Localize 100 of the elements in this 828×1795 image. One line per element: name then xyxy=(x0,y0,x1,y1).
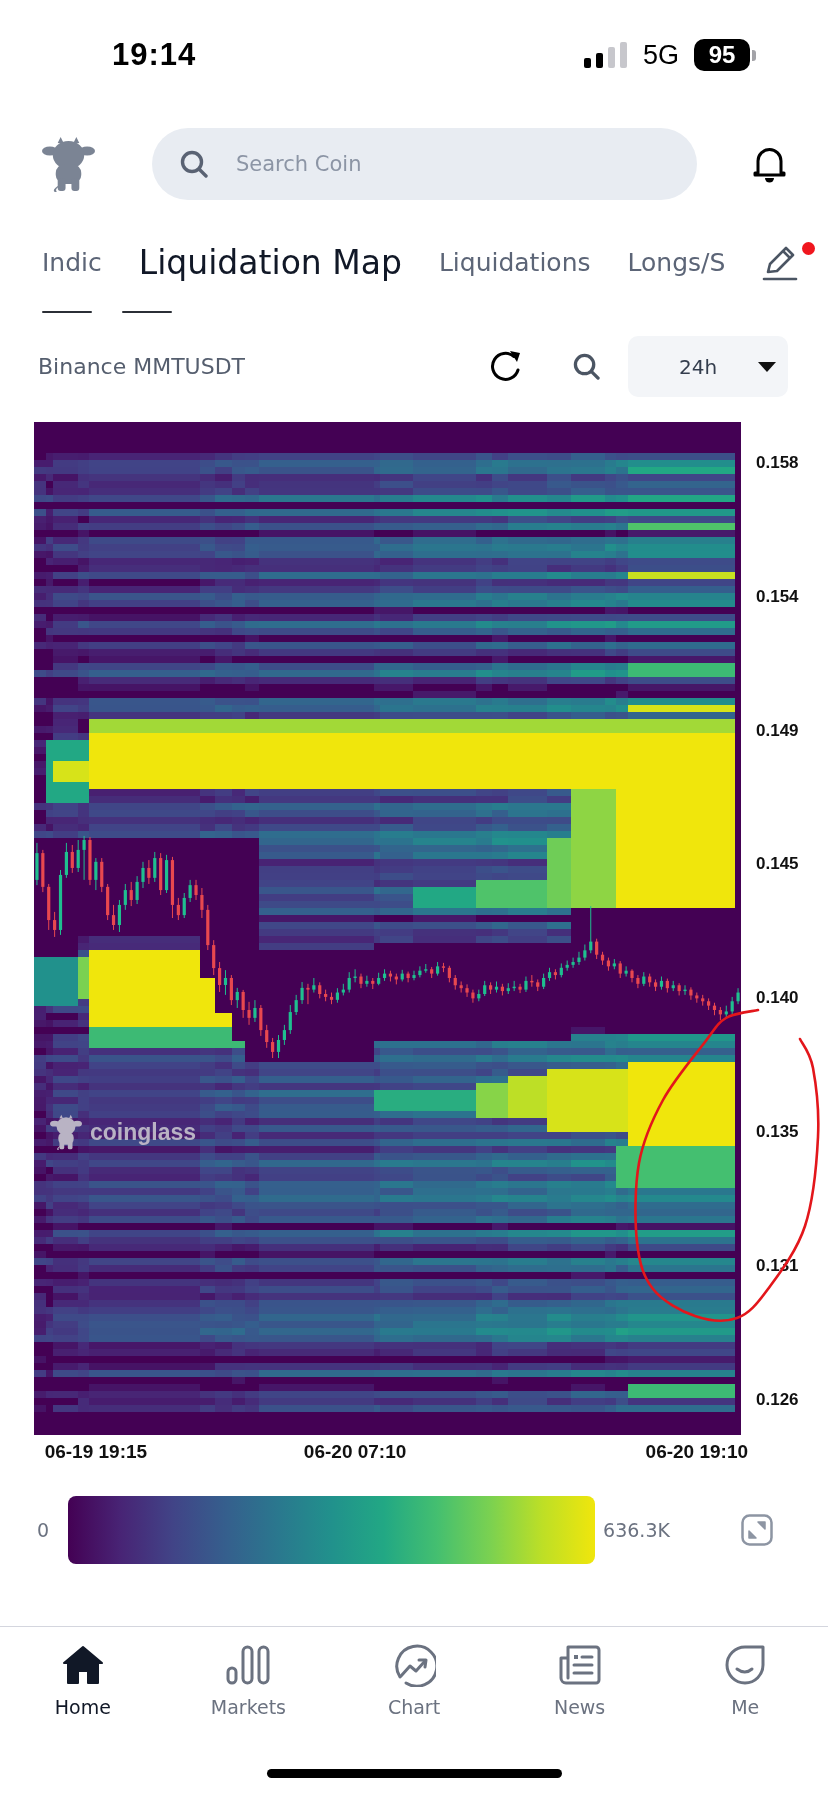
bell-icon[interactable] xyxy=(752,145,787,183)
candlestick xyxy=(294,994,298,1016)
refresh-icon[interactable] xyxy=(488,349,523,384)
candlestick xyxy=(306,983,310,1005)
tab[interactable]: Longs/S xyxy=(627,248,726,278)
price-label: 0.158 xyxy=(756,452,799,473)
pair-label: Binance MMTUSDT xyxy=(38,354,246,379)
search-icon xyxy=(180,150,208,178)
tab[interactable]: Liquidation Map xyxy=(138,243,402,283)
candlestick xyxy=(400,969,404,982)
candlestick xyxy=(100,857,104,893)
candlestick xyxy=(88,836,92,886)
trend-circle-icon xyxy=(392,1643,436,1687)
battery-indicator: 95 xyxy=(694,39,756,71)
candlestick xyxy=(683,984,687,996)
caret-icon xyxy=(758,361,776,372)
cow-icon xyxy=(50,1114,82,1150)
candlestick xyxy=(412,970,416,981)
candlestick xyxy=(483,980,487,997)
candlestick xyxy=(341,983,345,996)
home-icon xyxy=(60,1643,105,1687)
candlestick xyxy=(406,971,410,983)
candlestick xyxy=(70,844,74,874)
candlestick xyxy=(618,960,622,979)
candlestick xyxy=(41,849,45,893)
candlestick xyxy=(518,983,522,994)
candlestick xyxy=(182,892,186,919)
candlestick xyxy=(247,1001,251,1026)
candlestick xyxy=(147,859,151,885)
price-label: 0.126 xyxy=(756,1390,799,1411)
candlestick xyxy=(465,983,469,998)
candlestick xyxy=(76,839,80,873)
candlestick xyxy=(288,1004,292,1035)
legend-min-label: 0 xyxy=(37,1519,50,1541)
candlestick xyxy=(235,987,239,1009)
search-icon[interactable] xyxy=(573,353,600,380)
candlestick xyxy=(512,980,516,992)
search-field[interactable]: Search Coin xyxy=(152,128,697,200)
candlestick xyxy=(347,971,351,994)
time-label: 06-20 07:10 xyxy=(303,1440,407,1464)
candlestick xyxy=(565,960,569,972)
candlestick xyxy=(318,981,322,999)
candlestick xyxy=(506,982,510,995)
signal-icon xyxy=(583,42,627,68)
smile-face-icon xyxy=(724,1643,767,1687)
tab[interactable]: Indic xyxy=(42,248,102,278)
network-type: 5G xyxy=(642,39,679,71)
pencil-icon[interactable] xyxy=(762,244,799,282)
candlestick xyxy=(253,999,257,1023)
time-label: 06-20 19:10 xyxy=(645,1440,749,1464)
nav-tab[interactable]: Home xyxy=(22,1627,143,1722)
candlestick xyxy=(206,904,210,951)
candlestick xyxy=(47,883,51,931)
candlestick xyxy=(200,887,204,919)
candlestick xyxy=(559,962,563,978)
candlestick xyxy=(671,980,675,992)
candlestick xyxy=(689,986,693,1001)
candlestick xyxy=(259,1004,263,1037)
candlestick xyxy=(424,963,428,974)
candlestick xyxy=(577,951,581,966)
candlestick xyxy=(418,965,422,978)
candlestick xyxy=(530,974,534,988)
expand-icon[interactable] xyxy=(741,1514,773,1546)
candlestick xyxy=(736,987,740,1005)
nav-tab[interactable]: Chart xyxy=(354,1627,474,1722)
bar-chart-icon xyxy=(226,1643,271,1687)
newspaper-icon xyxy=(558,1643,601,1687)
nav-tab[interactable]: Me xyxy=(685,1627,806,1722)
candlestick xyxy=(153,851,157,883)
candlestick xyxy=(701,994,705,1007)
price-label: 0.140 xyxy=(756,988,799,1009)
candlestick xyxy=(630,968,634,983)
candlestick xyxy=(241,989,245,1019)
candlestick xyxy=(677,982,681,996)
candlestick xyxy=(365,975,369,988)
price-label: 0.149 xyxy=(756,720,799,741)
tab[interactable]: Liquidations xyxy=(438,248,591,278)
candlestick xyxy=(194,879,198,901)
candlestick xyxy=(371,977,375,990)
nav-tab[interactable]: News xyxy=(519,1627,640,1722)
candlestick xyxy=(636,974,640,989)
candlestick xyxy=(536,978,540,992)
candlestick xyxy=(695,992,699,1004)
nav-tab[interactable]: Markets xyxy=(188,1627,309,1722)
price-label: 0.135 xyxy=(756,1122,799,1143)
candlestick xyxy=(571,957,575,969)
candlestick xyxy=(129,881,133,907)
candlestick xyxy=(300,981,304,1005)
candlestick xyxy=(459,981,463,994)
candlestick xyxy=(212,939,216,976)
interval-dropdown[interactable]: 24h xyxy=(628,336,788,397)
legend-max-label: 636.3K xyxy=(603,1519,670,1541)
cow-icon[interactable] xyxy=(42,136,95,192)
candlestick xyxy=(471,989,475,1004)
candlestick xyxy=(94,857,98,891)
status-time: 19:14 xyxy=(112,37,197,73)
candlestick xyxy=(35,842,39,886)
candlestick xyxy=(135,875,139,905)
candlestick xyxy=(312,977,316,994)
time-label: 06-19 19:15 xyxy=(44,1440,148,1464)
